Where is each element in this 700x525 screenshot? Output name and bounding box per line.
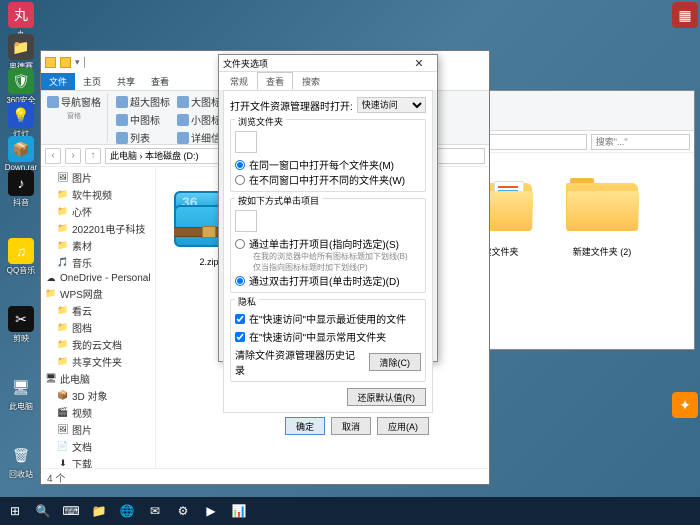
desktop-icon[interactable]: ✦ <box>668 392 700 419</box>
ribbon-group-label: 窗格 <box>45 111 103 121</box>
nav-tree: 🖼图片📁软牛视频📁心怀📁202201电子科技📁素材🎵音乐☁OneDrive - … <box>41 167 156 468</box>
nav-fwd-icon[interactable]: › <box>65 148 81 164</box>
desktop-icon[interactable]: 📦Down.rar <box>4 136 38 172</box>
dialog-tab[interactable]: 搜索 <box>293 72 329 90</box>
desktop-icon[interactable]: ♪抖音 <box>4 170 38 208</box>
taskbar-item[interactable]: ⌨ <box>60 500 82 522</box>
desktop-icon[interactable]: 🗑回收站 <box>4 442 38 480</box>
desktop-icon[interactable]: 🛡360安全 <box>4 68 38 106</box>
browse-icon <box>235 131 257 153</box>
clear-button[interactable]: 清除(C) <box>369 353 422 371</box>
taskbar: ⊞ 🔍 ⌨ 📁 🌐 ✉ ⚙ ▶ 📊 <box>0 497 700 525</box>
close-button[interactable]: ✕ <box>405 55 433 71</box>
open-select[interactable]: 快速访问 <box>357 97 426 113</box>
explorer-tab[interactable]: 查看 <box>143 73 177 90</box>
taskbar-item[interactable]: ⊞ <box>4 500 26 522</box>
folder-icon <box>60 57 71 68</box>
tree-node[interactable]: 📁WPS网盘 <box>43 285 153 302</box>
tree-node[interactable]: 🖼图片 <box>43 421 153 438</box>
tree-node[interactable]: 🎬视频 <box>43 404 153 421</box>
dialog-tab[interactable]: 常规 <box>221 72 257 90</box>
taskbar-item[interactable]: 📁 <box>88 500 110 522</box>
file-item[interactable]: 新建文件夹 (2) <box>557 163 647 258</box>
clear-label: 清除文件资源管理器历史记录 <box>235 347 365 377</box>
desktop-icon[interactable]: 📁奥德赛 <box>4 34 38 72</box>
apply-button[interactable]: 应用(A) <box>377 417 429 435</box>
click-group-title: 按如下方式单击项目 <box>235 194 322 207</box>
view-button[interactable]: 超大图标 <box>114 93 174 110</box>
privacy-group-title: 隐私 <box>235 295 259 308</box>
taskbar-item[interactable]: ▶ <box>200 500 222 522</box>
taskbar-item[interactable]: 🌐 <box>116 500 138 522</box>
dialog-titlebar: 文件夹选项 ✕ <box>219 55 437 72</box>
radio-diff-window[interactable]: 在不同窗口中打开不同的文件夹(W) <box>235 172 421 187</box>
tree-node[interactable]: 📁共享文件夹 <box>43 353 153 370</box>
chk-frequent-folders[interactable]: 在"快速访问"中显示常用文件夹 <box>235 329 421 344</box>
status-bar: 4 个 <box>41 468 489 484</box>
tree-node[interactable]: ⬇下载 <box>43 455 153 468</box>
nav-pane-button[interactable]: 导航窗格 <box>45 93 103 110</box>
taskbar-item[interactable]: ✉ <box>144 500 166 522</box>
nav-back-icon[interactable]: ‹ <box>45 148 61 164</box>
radio-same-window[interactable]: 在同一窗口中打开每个文件夹(M) <box>235 157 421 172</box>
desktop: 丸丸📁奥德赛🛡360安全💡灯灯📦Down.rar♪抖音♫QQ音乐✂剪映🖥此电脑🗑… <box>0 0 700 525</box>
ok-button[interactable]: 确定 <box>285 417 325 435</box>
sub-underline-point: 仅当指向图标标题时加下划线(P) <box>235 262 421 273</box>
tree-node[interactable]: ☁OneDrive - Personal <box>43 271 153 285</box>
tree-node[interactable]: 📁202201电子科技 <box>43 220 153 237</box>
view-button[interactable]: 列表 <box>114 129 174 146</box>
tree-node[interactable]: 📁我的云文档 <box>43 336 153 353</box>
explorer-tab[interactable]: 主页 <box>75 73 109 90</box>
folder-icon <box>45 57 56 68</box>
desktop-icon[interactable]: ▦ <box>668 2 700 29</box>
desktop-icon[interactable]: 💡灯灯 <box>4 102 38 140</box>
folder-options-dialog: 文件夹选项 ✕ 常规查看搜索 打开文件资源管理器时打开: 快速访问 浏览文件夹 … <box>218 54 438 362</box>
tree-node[interactable]: 🖥此电脑 <box>43 370 153 387</box>
tree-node[interactable]: 📄文档 <box>43 438 153 455</box>
dialog-tabs: 常规查看搜索 <box>219 72 437 90</box>
tree-node[interactable]: 📁心怀 <box>43 203 153 220</box>
sub-underline-all: 在我的浏览器中给所有图标标题加下划线(B) <box>235 251 421 262</box>
explorer-tab[interactable]: 共享 <box>109 73 143 90</box>
desktop-icon[interactable]: ♫QQ音乐 <box>4 238 38 276</box>
tree-node[interactable]: 📁软牛视频 <box>43 186 153 203</box>
restore-button[interactable]: 还原默认值(R) <box>347 388 427 406</box>
tree-node[interactable]: 🎵音乐 <box>43 254 153 271</box>
win2-search-input[interactable] <box>591 134 690 150</box>
view-button[interactable]: 中图标 <box>114 111 174 128</box>
open-label: 打开文件资源管理器时打开: <box>230 98 353 113</box>
radio-double-click[interactable]: 通过双击打开项目(单击时选定)(D) <box>235 273 421 288</box>
tree-node[interactable]: 📁素材 <box>43 237 153 254</box>
chk-recent-files[interactable]: 在"快速访问"中显示最近使用的文件 <box>235 311 421 326</box>
taskbar-item[interactable]: ⚙ <box>172 500 194 522</box>
desktop-icon[interactable]: 🖥此电脑 <box>4 374 38 412</box>
taskbar-item[interactable]: 🔍 <box>32 500 54 522</box>
nav-up-icon[interactable]: ↑ <box>85 148 101 164</box>
desktop-icon[interactable]: ✂剪映 <box>4 306 38 344</box>
explorer-tab[interactable]: 文件 <box>41 73 75 90</box>
radio-single-click[interactable]: 通过单击打开项目(指向时选定)(S) <box>235 236 421 251</box>
tree-node[interactable]: 📁图档 <box>43 319 153 336</box>
tree-node[interactable]: 📦3D 对象 <box>43 387 153 404</box>
browse-group-title: 浏览文件夹 <box>235 115 286 128</box>
cancel-button[interactable]: 取消 <box>331 417 371 435</box>
taskbar-item[interactable]: 📊 <box>228 500 250 522</box>
dialog-title: 文件夹选项 <box>223 57 268 70</box>
tree-node[interactable]: 📁看云 <box>43 302 153 319</box>
tree-node[interactable]: 🖼图片 <box>43 169 153 186</box>
dialog-tab[interactable]: 查看 <box>257 72 293 90</box>
click-icon <box>235 210 257 232</box>
